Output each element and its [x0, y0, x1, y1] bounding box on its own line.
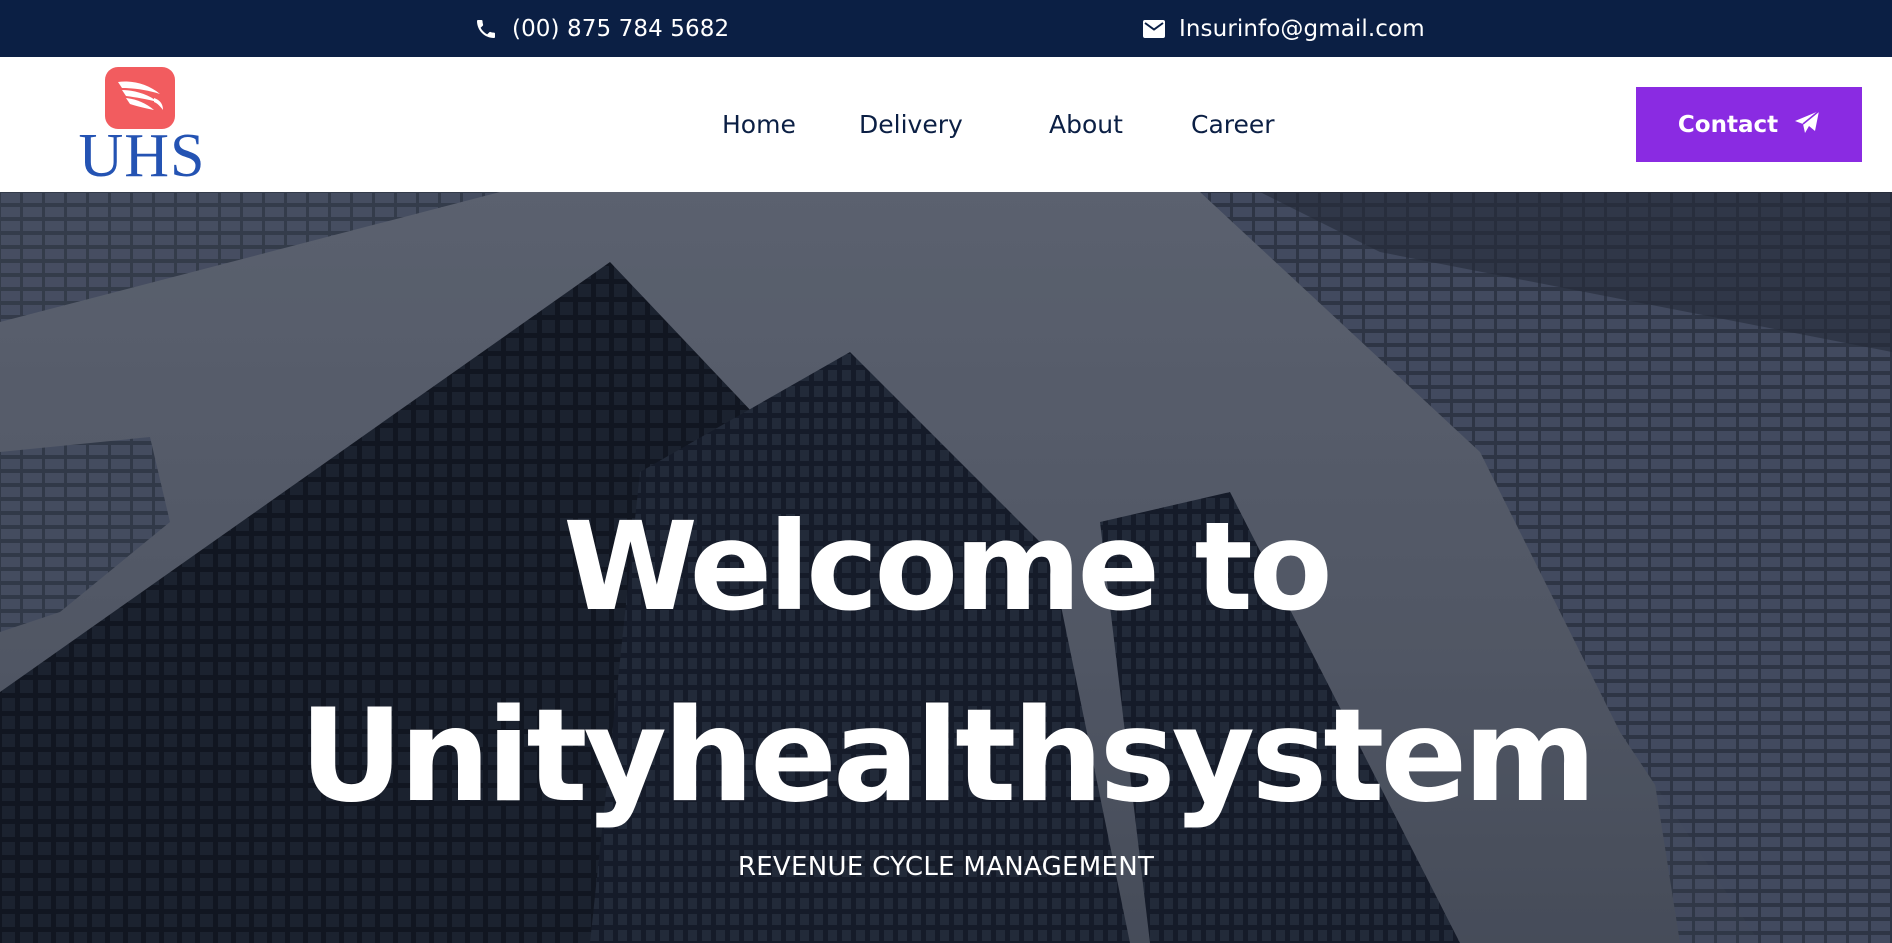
site-logo[interactable]: UHS: [64, 67, 220, 190]
nav-career[interactable]: Career: [1191, 57, 1275, 192]
nav-home[interactable]: Home: [722, 57, 796, 192]
contact-button[interactable]: Contact: [1636, 87, 1862, 162]
hero-section: Welcome to Unityhealthsystem REVENUE CYC…: [0, 192, 1892, 943]
main-navbar: UHS Home Delivery About Career Contact: [0, 57, 1892, 192]
phone-number: (00) 875 784 5682: [512, 15, 730, 42]
nav-about[interactable]: About: [1049, 57, 1123, 192]
logo-badge: [105, 67, 175, 129]
envelope-icon: [1143, 19, 1165, 38]
hero-title-line1: Welcome to: [563, 496, 1332, 638]
wing-icon: [114, 76, 166, 120]
top-contact-bar: (00) 875 784 5682 Insurinfo@gmail.com: [0, 0, 1892, 57]
email-contact[interactable]: Insurinfo@gmail.com: [1143, 0, 1425, 57]
phone-icon: [474, 17, 498, 41]
nav-delivery[interactable]: Delivery: [859, 57, 963, 192]
hero-title-line2: Unityhealthsystem: [299, 682, 1596, 831]
paper-plane-icon: [1794, 109, 1820, 140]
email-address: Insurinfo@gmail.com: [1179, 15, 1425, 42]
phone-contact[interactable]: (00) 875 784 5682: [474, 0, 729, 57]
contact-button-label: Contact: [1677, 111, 1779, 138]
logo-text: UHS: [78, 122, 206, 190]
hero-subtitle: REVENUE CYCLE MANAGEMENT: [737, 852, 1155, 882]
